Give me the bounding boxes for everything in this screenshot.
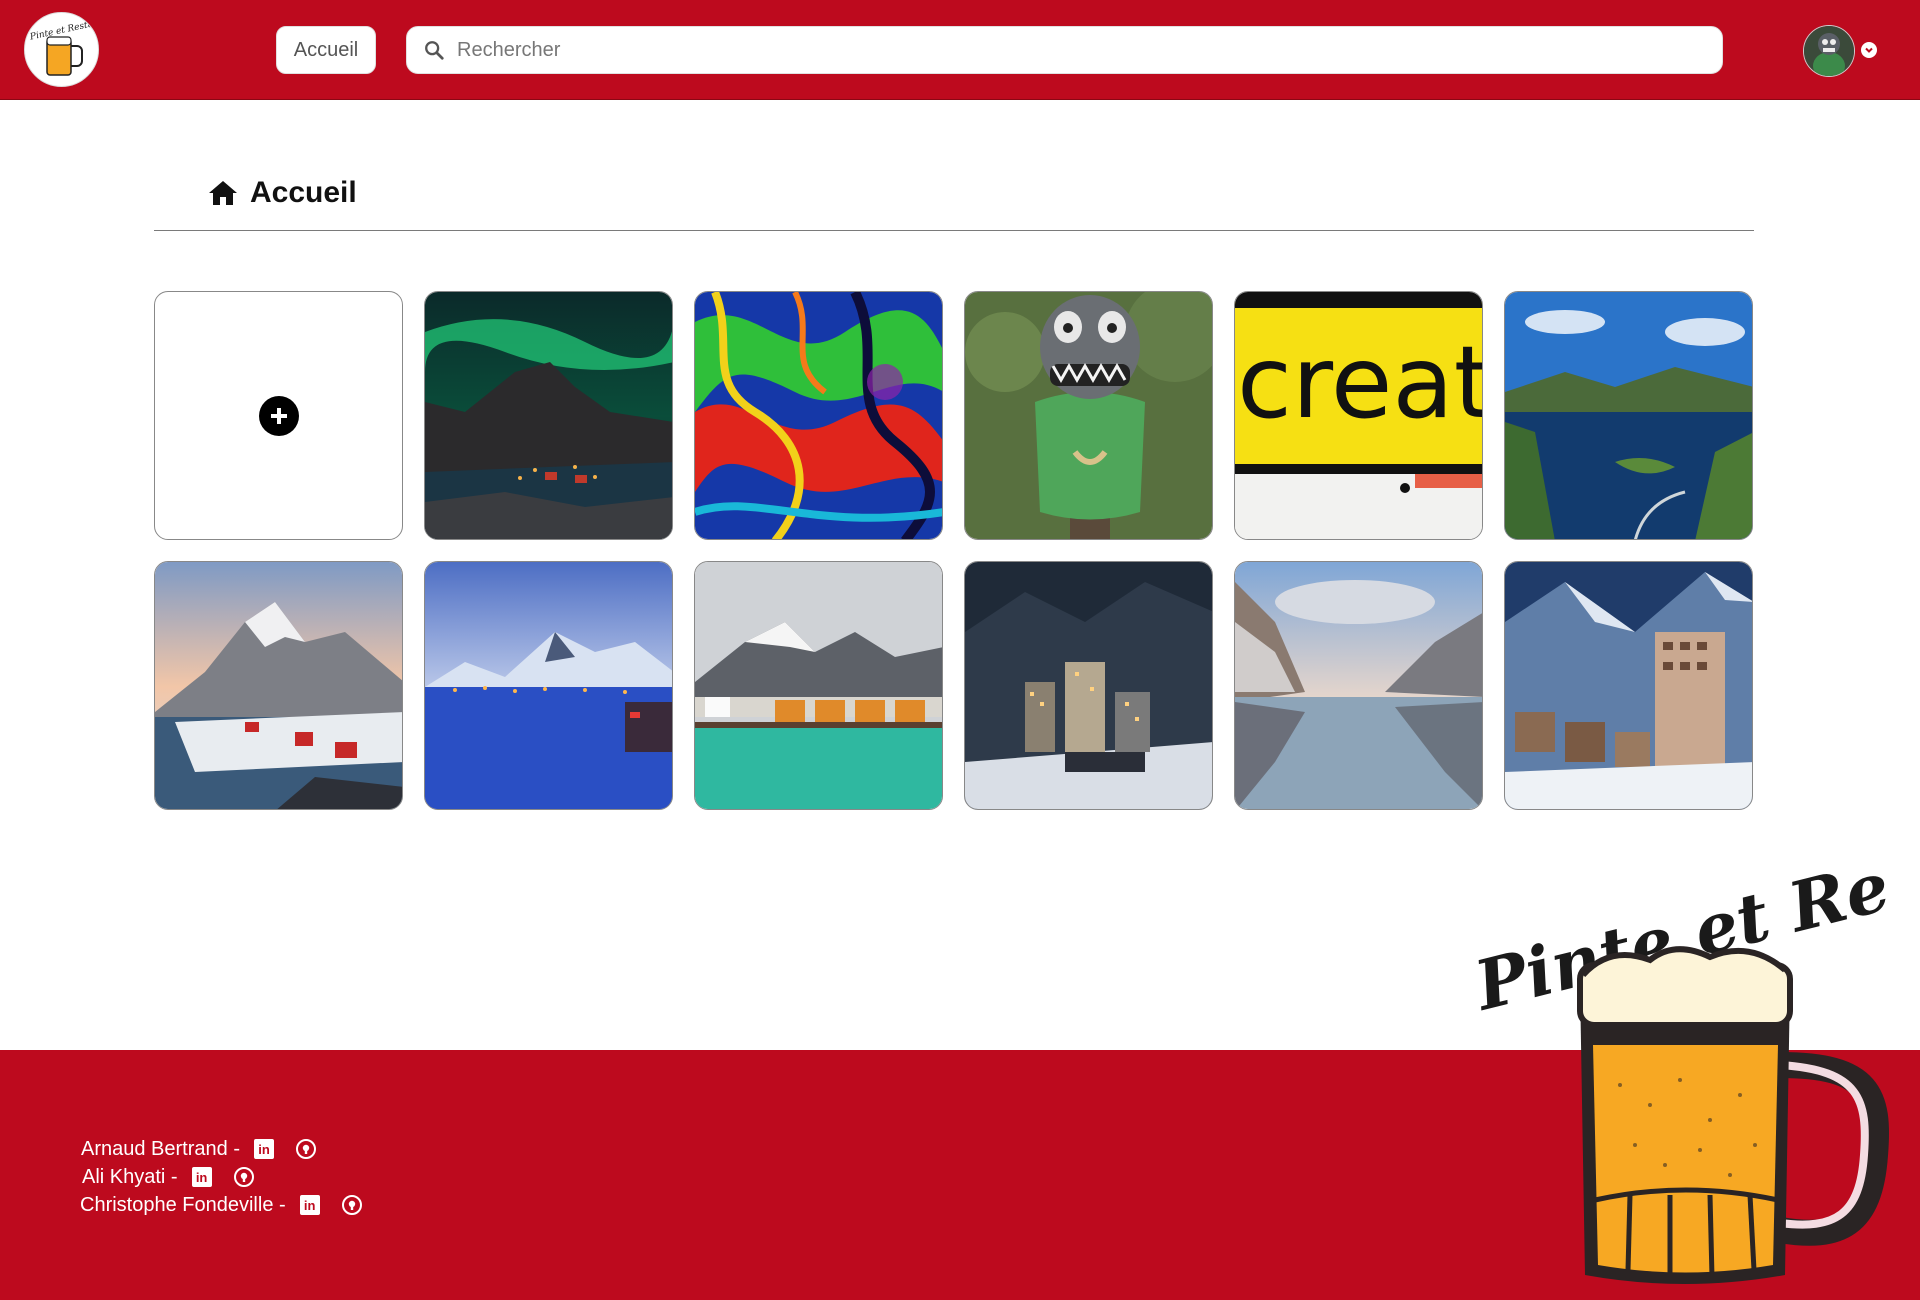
photo-card[interactable] [1504,561,1753,810]
photo-card[interactable] [694,561,943,810]
photo-card[interactable] [154,561,403,810]
photo-card[interactable] [424,561,673,810]
search-icon [425,41,444,60]
plus-circle-icon [258,395,299,436]
beer-mug-mascot-icon: Pinte et Reste [1466,845,1890,1284]
page-title-text: Accueil [250,176,357,209]
photo-card[interactable] [424,291,673,540]
add-photo-card[interactable] [154,291,403,540]
author-name: Christophe Fondeville - [80,1193,286,1216]
photo-card[interactable] [964,291,1213,540]
photo-card[interactable] [1504,291,1753,540]
photo-ski-resort-night [965,562,1212,809]
avatar-image [1804,26,1854,76]
github-icon[interactable] [233,1167,254,1187]
photo-fishing-village [695,562,942,809]
photo-aurora-lofoten [425,292,672,539]
brand-logo[interactable]: Pinte et Reste [24,12,99,87]
photo-blue-hour-harbour [425,562,672,809]
photo-abstract-marbling [695,292,942,539]
credit-line: Ali Khyati - in [82,1163,362,1191]
page-title: Accueil [208,176,357,210]
home-button-label: Accueil [293,38,359,61]
linkedin-icon[interactable]: in [191,1167,212,1187]
home-button[interactable]: Accueil [276,26,376,74]
photo-create-sign: creat [1235,292,1483,539]
photo-card[interactable] [964,561,1213,810]
chevron-down-icon [1865,47,1873,53]
search-input[interactable] [455,37,1689,63]
home-icon [209,181,237,205]
photo-card[interactable] [1234,561,1483,810]
credit-line: Arnaud Bertrand - in [81,1135,362,1163]
photo-reine-fjord-aerial [1505,292,1752,539]
top-navbar: Pinte et Reste Accueil [0,0,1920,100]
author-name: Ali Khyati - [82,1165,178,1188]
linkedin-icon[interactable]: in [253,1139,274,1159]
title-divider [154,230,1754,231]
svg-text:creat: creat [1237,324,1483,441]
github-icon[interactable] [295,1139,316,1159]
github-icon[interactable] [341,1195,362,1215]
credit-line: Christophe Fondeville - in [80,1191,362,1219]
user-avatar[interactable] [1803,25,1855,77]
beer-mug-logo-icon: Pinte et Reste [28,19,94,76]
author-name: Arnaud Bertrand - [81,1137,240,1160]
photo-snowy-chalets [1505,562,1752,809]
photo-carved-creature [965,292,1212,539]
account-menu-toggle[interactable] [1861,42,1877,58]
photo-lake-reflection [1235,562,1482,809]
photo-hamnoy-winter [155,562,402,809]
search-bar[interactable] [406,26,1723,74]
footer-credits: Arnaud Bertrand - in Ali Khyati - in Chr… [80,1135,362,1219]
photo-card[interactable] [694,291,943,540]
photo-card[interactable]: creat [1234,291,1483,540]
linkedin-icon[interactable]: in [299,1195,320,1215]
